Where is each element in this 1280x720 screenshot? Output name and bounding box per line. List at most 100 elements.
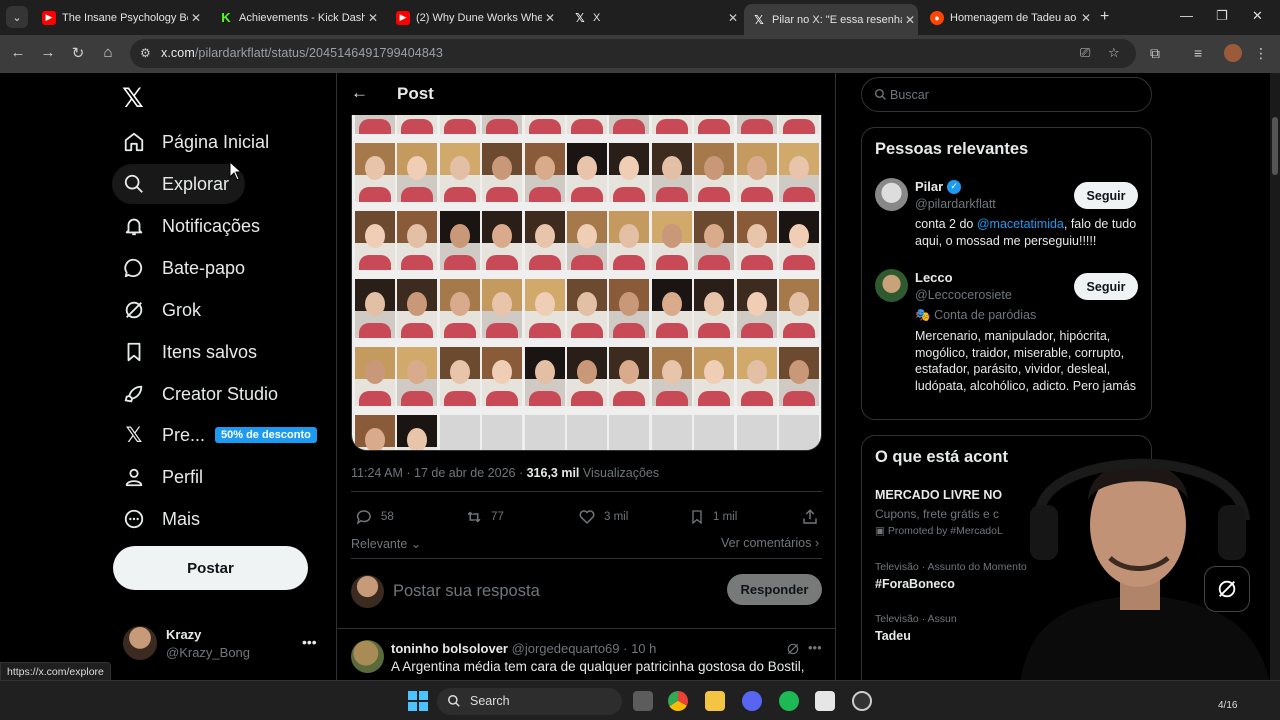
tab-pilar-post[interactable]: 𝕏 Pilar no X: "E essa resenha ✕ [744,4,918,35]
account-more-icon[interactable]: ••• [302,634,317,650]
extensions-icon[interactable]: ⧉ [1150,45,1160,62]
minimize-icon[interactable]: — [1180,8,1193,23]
windows-start-icon[interactable] [408,691,428,711]
collage-photo-part [486,323,519,338]
follow-button[interactable]: Seguir [1074,182,1138,209]
see-comments-link[interactable]: Ver comentários › [721,536,819,550]
post-button[interactable]: Postar [113,546,308,590]
collage-photo-part [528,187,561,202]
tab-youtube-dune[interactable]: ▶ (2) Why Dune Works When ✕ [388,4,558,31]
tab-x[interactable]: 𝕏 X ✕ [565,4,741,31]
tab-close-icon[interactable]: ✕ [725,11,741,25]
back-arrow-icon[interactable]: ← [8,44,28,61]
tab-title: X [593,11,601,24]
back-arrow-icon[interactable]: ← [351,83,368,103]
account-avatar[interactable] [123,626,157,660]
new-tab-icon[interactable]: + [1100,8,1109,26]
app-icon[interactable] [815,691,835,711]
follow-button[interactable]: Seguir [1074,273,1138,300]
nav-label: Mais [162,508,201,529]
install-app-icon[interactable]: ⎚ [1080,45,1090,61]
tab-close-icon[interactable]: ✕ [188,11,204,25]
like-action[interactable]: 3 mil [578,508,628,526]
tab-search-chevron-icon[interactable]: ⌄ [6,6,28,28]
comment-more-icon[interactable]: ••• [808,640,822,655]
browser-profile-avatar[interactable] [1224,44,1242,62]
site-info-icon[interactable]: ⚙ [140,46,151,60]
divider [351,491,822,492]
tab-reddit-tadeu[interactable]: ● Homenagem de Tadeu ao ✕ [922,4,1094,31]
reply-button[interactable]: Responder [727,574,822,605]
collage-photo [609,279,650,338]
nav-premium[interactable]: 𝕏 Pre... [112,415,221,455]
obs-icon[interactable] [852,691,872,711]
collage-photo [779,143,819,202]
discord-icon[interactable] [742,691,762,711]
person-avatar[interactable] [875,269,908,302]
reply-action[interactable]: 58 [355,508,394,526]
collage-photo-part [746,360,767,384]
nav-explore[interactable]: Explorar [112,164,246,204]
browser-menu-icon[interactable]: ⋮ [1254,45,1268,62]
bio-mention-link[interactable]: @macetatimida [977,217,1064,231]
person-handle[interactable]: @pilardarkflatt [915,197,996,211]
post-image-collage[interactable] [351,115,822,451]
home-icon[interactable]: ⌂ [98,44,118,61]
trend-name[interactable]: MERCADO LIVRE NO [875,488,1002,502]
bookmark-star-icon[interactable]: ☆ [1108,45,1120,61]
collage-photo [355,115,395,134]
collage-photo-part [783,255,815,270]
reload-icon[interactable]: ↻ [68,44,88,62]
person-handle[interactable]: @Leccocerosiete [915,288,1012,302]
forward-arrow-icon[interactable]: → [38,44,58,61]
task-view-icon[interactable] [633,691,653,711]
url-text[interactable]: x.com/pilardarkflatt/status/204514649179… [161,46,443,60]
account-handle[interactable]: @Krazy_Bong [166,645,250,660]
nav-bookmarks[interactable]: Itens salvos [112,332,273,372]
grok-fab-button[interactable] [1204,566,1250,612]
taskbar-search[interactable]: Search [437,688,622,715]
nav-home[interactable]: Página Inicial [112,122,285,162]
nav-chat[interactable]: Bate-papo [112,248,261,288]
person-name[interactable]: Lecco [915,270,953,285]
trend-name[interactable]: Tadeu [875,629,911,643]
comment-author-name: toninho bolsolover [391,641,508,656]
address-bar[interactable]: ⚙ x.com/pilardarkflatt/status/2045146491… [130,39,1136,68]
bookmark-action[interactable]: 1 mil [689,508,737,526]
comment-author[interactable]: toninho bolsolover @jorgedequarto69 · 10… [391,641,656,656]
search-input[interactable]: Buscar [861,77,1152,112]
close-window-icon[interactable]: ✕ [1252,8,1263,24]
tab-close-icon[interactable]: ✕ [365,11,381,25]
nav-profile[interactable]: Perfil [112,457,219,497]
tab-close-icon[interactable]: ✕ [542,11,558,25]
chevron-right-icon: › [814,536,819,550]
discount-badge[interactable]: 50% de desconto [215,427,317,443]
repost-action[interactable]: 77 [465,508,504,526]
nav-grok[interactable]: Grok [112,290,217,330]
nav-notifications[interactable]: Notificações [112,206,276,246]
reply-input[interactable]: Postar sua resposta [393,582,540,601]
page-title: Post [397,84,434,103]
media-controls-icon[interactable]: ≡ [1194,45,1202,61]
share-action[interactable] [801,508,827,526]
person-name[interactable]: Pilar ✓ [915,179,962,194]
restore-icon[interactable]: ❐ [1216,8,1228,24]
chrome-icon[interactable] [668,691,688,711]
page-scrollbar[interactable] [1270,73,1280,680]
tab-kick-achievements[interactable]: K Achievements - Kick Dashb ✕ [211,4,381,31]
scrollbar-thumb[interactable] [1272,117,1278,175]
tab-close-icon[interactable]: ✕ [902,13,918,27]
x-logo-icon[interactable]: 𝕏 [122,83,144,114]
tab-close-icon[interactable]: ✕ [1078,11,1094,25]
account-name[interactable]: Krazy [166,627,201,642]
tab-youtube-psychology[interactable]: ▶ The Insane Psychology Beh ✕ [34,4,204,31]
file-explorer-icon[interactable] [705,691,725,711]
comment-avatar[interactable] [351,640,384,673]
nav-creator-studio[interactable]: Creator Studio [112,374,294,414]
post-time[interactable]: 11:24 AM · 17 de abr de 2026 · [351,466,527,480]
spotify-icon[interactable] [779,691,799,711]
nav-more[interactable]: Mais [112,499,216,539]
trend-name[interactable]: #ForaBoneco [875,577,955,591]
reply-sort-dropdown[interactable]: Relevante ⌄ [351,536,421,551]
person-avatar[interactable] [875,178,908,211]
